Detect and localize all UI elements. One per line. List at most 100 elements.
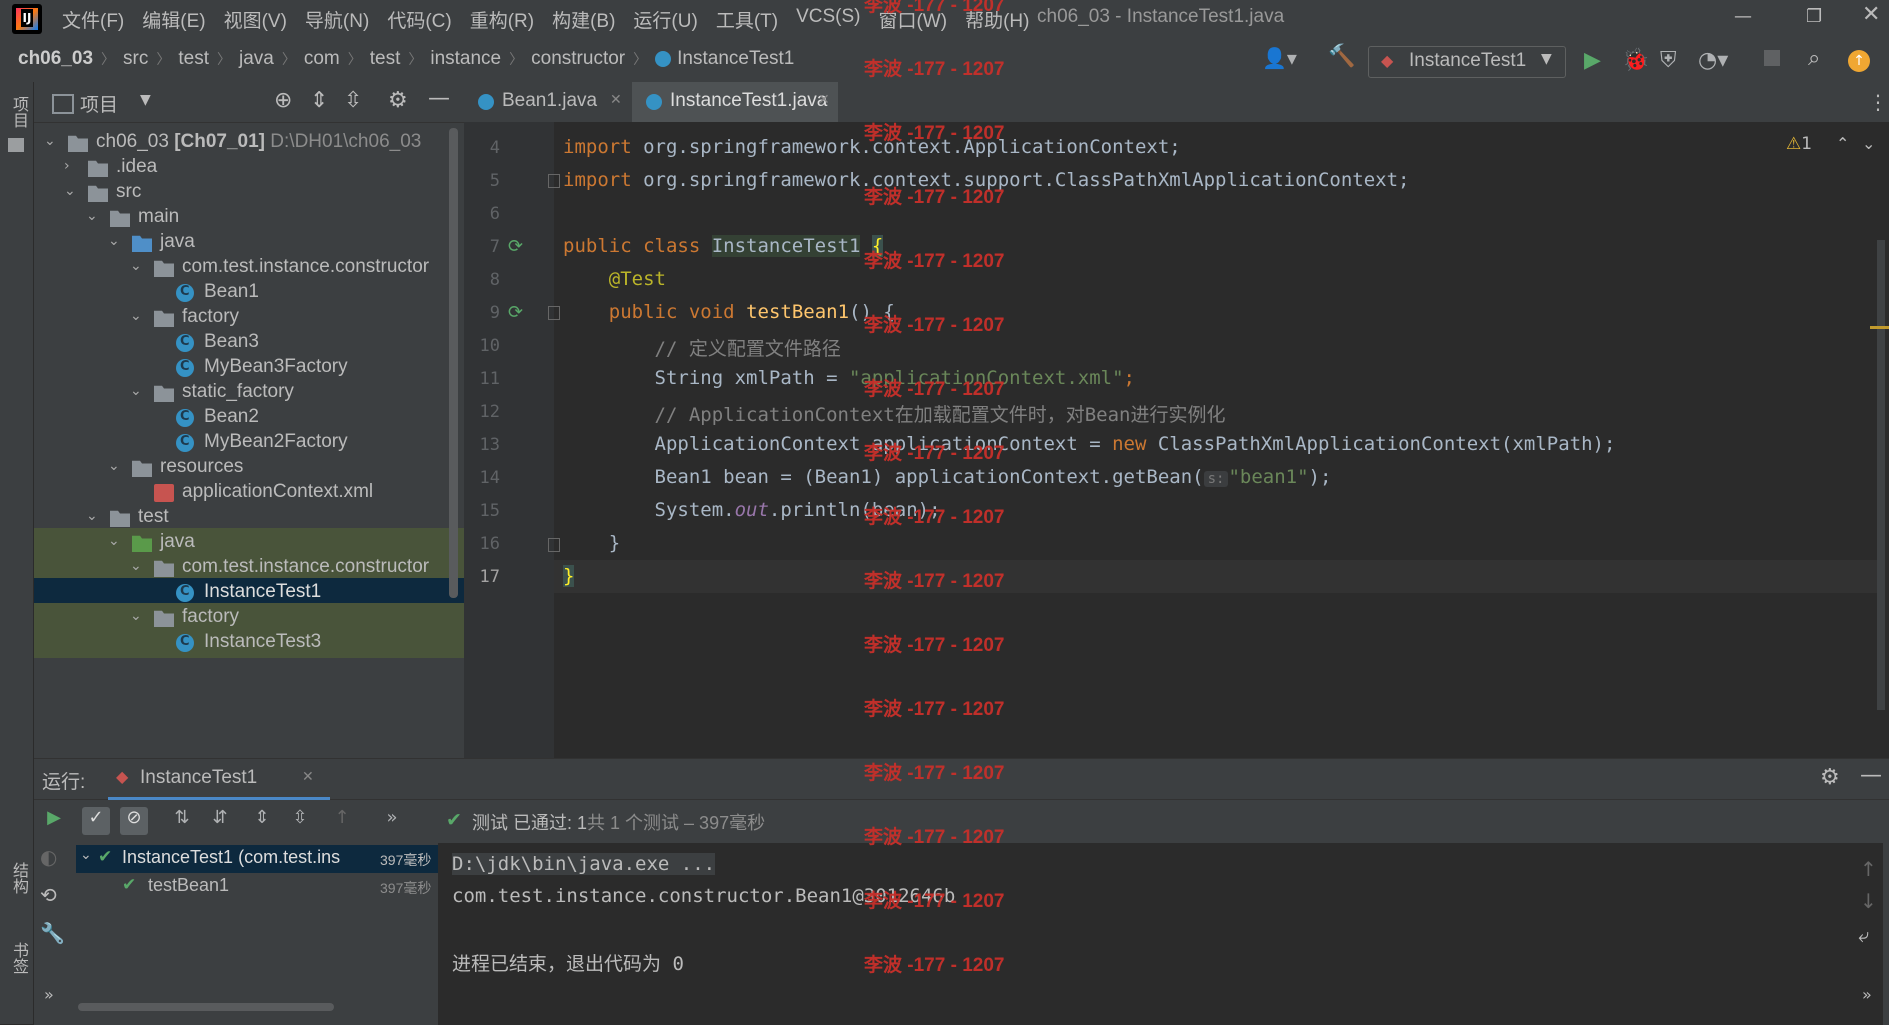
- menu-file[interactable]: 文件(F): [62, 6, 124, 33]
- build-hammer-icon[interactable]: 🔨: [1328, 44, 1355, 69]
- breadcrumb-item[interactable]: constructor: [531, 48, 625, 70]
- line-number-current: 17: [479, 567, 500, 587]
- folder-icon: [110, 210, 130, 227]
- gear-icon[interactable]: ⚙: [1820, 765, 1840, 790]
- show-ignored-icon[interactable]: ⊘: [120, 807, 148, 835]
- watermark: 李波 -177 - 1207: [864, 891, 1005, 912]
- close-tab-icon[interactable]: ✕: [302, 769, 314, 785]
- warning-indicator[interactable]: ⚠1: [1786, 134, 1812, 154]
- toggle-auto-test-icon[interactable]: ⟲: [40, 883, 57, 907]
- breadcrumb-project[interactable]: ch06_03: [18, 48, 93, 70]
- test-class-icon: [646, 94, 662, 110]
- more-actions-icon[interactable]: »: [378, 807, 406, 835]
- chevron-up-icon[interactable]: ⌃: [1836, 134, 1849, 153]
- gear-icon[interactable]: ⚙: [388, 88, 408, 113]
- menu-build[interactable]: 构建(B): [552, 6, 615, 33]
- breadcrumb-item[interactable]: java: [239, 48, 274, 70]
- tab-instancetest1-java[interactable]: InstanceTest1.java ✕: [632, 82, 838, 125]
- show-passed-icon[interactable]: ✓: [82, 807, 110, 835]
- breadcrumb-file[interactable]: InstanceTest1: [677, 48, 794, 70]
- soft-wrap-icon[interactable]: ⤶: [1858, 923, 1869, 947]
- menu-code[interactable]: 代码(C): [387, 6, 451, 33]
- history-icon[interactable]: ◐: [40, 845, 57, 869]
- previous-failed-icon[interactable]: ↑: [328, 807, 356, 835]
- project-tool-tab[interactable]: 项目: [6, 96, 30, 128]
- fold-icon[interactable]: [548, 174, 560, 188]
- search-icon[interactable]: ⌕: [1808, 46, 1820, 71]
- close-window-icon[interactable]: ✕: [1862, 2, 1880, 27]
- test-item-instancetest1[interactable]: ⌄ ✔ InstanceTest1 (com.test.ins 397毫秒: [76, 845, 438, 873]
- debug-icon[interactable]: 🐞: [1622, 48, 1649, 73]
- editor-scrollbar[interactable]: [1877, 240, 1885, 710]
- run-test-gutter-icon[interactable]: ⟳: [508, 302, 523, 323]
- line-number: 14: [479, 468, 500, 488]
- hide-panel-icon[interactable]: —: [1860, 763, 1882, 788]
- menu-run[interactable]: 运行(U): [633, 6, 697, 33]
- fold-icon[interactable]: [548, 538, 560, 552]
- current-line-highlight: [554, 560, 1877, 593]
- breadcrumb-item[interactable]: test: [370, 48, 401, 70]
- warning-icon: ⚠: [1786, 134, 1802, 154]
- user-icon[interactable]: 👤▾: [1262, 46, 1297, 70]
- menu-refactor[interactable]: 重构(R): [470, 6, 534, 33]
- menu-vcs[interactable]: VCS(S): [796, 6, 860, 33]
- coverage-icon[interactable]: ⛨: [1660, 48, 1677, 73]
- tab-bean1-java[interactable]: Bean1.java ✕: [464, 82, 628, 122]
- breadcrumb-item[interactable]: test: [178, 48, 209, 70]
- collapse-all-icon[interactable]: ⇳: [344, 88, 362, 113]
- panel-view-icon: [52, 94, 74, 114]
- tree-item-instancetest3[interactable]: InstanceTest3: [34, 628, 464, 658]
- wrench-icon[interactable]: 🔧: [40, 921, 65, 945]
- menu-edit[interactable]: 编辑(E): [142, 6, 205, 33]
- tree-item-label: factory: [182, 606, 240, 627]
- project-scrollbar[interactable]: [449, 128, 458, 598]
- update-icon[interactable]: ↑: [1848, 50, 1870, 72]
- restore-icon[interactable]: ❐: [1806, 6, 1822, 27]
- more-icon[interactable]: ⋮: [1868, 90, 1888, 114]
- package-icon: [154, 310, 174, 327]
- stop-icon[interactable]: [1764, 50, 1780, 66]
- more-actions-icon[interactable]: »: [1862, 985, 1872, 1004]
- chevron-down-icon[interactable]: ⌄: [1862, 134, 1875, 153]
- breadcrumb-item[interactable]: instance: [430, 48, 501, 70]
- breadcrumb-item[interactable]: src: [123, 48, 148, 70]
- minimize-icon[interactable]: —: [1734, 6, 1752, 27]
- bookmarks-tool-tab[interactable]: 书签: [6, 942, 30, 974]
- run-test-gutter-icon[interactable]: ⟳: [508, 236, 523, 257]
- menu-navigate[interactable]: 导航(N): [305, 6, 369, 33]
- project-folder-icon: [8, 138, 24, 152]
- code-line: }: [563, 565, 575, 587]
- expand-all-icon[interactable]: ⇕: [310, 88, 328, 113]
- breadcrumb-item[interactable]: com: [304, 48, 340, 70]
- breadcrumb: ch06_03 〉 src 〉 test 〉 java 〉 com 〉 test 〉 ins…: [18, 48, 795, 70]
- close-tab-icon[interactable]: ✕: [610, 92, 622, 108]
- tree-item-label: applicationContext.xml: [182, 481, 374, 502]
- collapse-all-icon[interactable]: ⇳: [286, 807, 314, 835]
- folder-icon: [110, 510, 130, 527]
- menu-tools[interactable]: 工具(T): [716, 6, 778, 33]
- chevron-down-icon[interactable]: ▼: [140, 92, 151, 108]
- sort-by-duration-icon[interactable]: ⇵: [206, 807, 234, 835]
- project-panel-title[interactable]: 项目: [80, 90, 118, 117]
- rerun-icon[interactable]: ▶: [40, 807, 68, 835]
- menu-view[interactable]: 视图(V): [224, 6, 287, 33]
- line-number: 15: [479, 501, 500, 521]
- structure-tool-tab[interactable]: 结构: [6, 862, 30, 894]
- console-output[interactable]: D:\jdk\bin\java.exe ... com.test.instanc…: [438, 843, 1883, 1025]
- more-actions-icon[interactable]: »: [44, 985, 54, 1004]
- hide-panel-icon[interactable]: —: [428, 86, 450, 111]
- close-tab-icon[interactable]: ✕: [818, 92, 830, 108]
- expand-all-icon[interactable]: ⇕: [248, 807, 276, 835]
- warning-marker[interactable]: [1870, 326, 1889, 329]
- scroll-up-icon[interactable]: ↑: [1860, 857, 1877, 881]
- test-tree-scrollbar[interactable]: [78, 1003, 334, 1011]
- sort-alphabetically-icon[interactable]: ⇅: [168, 807, 196, 835]
- run-icon[interactable]: ▶: [1584, 48, 1601, 73]
- locate-icon[interactable]: ⊕: [274, 88, 292, 113]
- profile-icon[interactable]: ◔▾: [1698, 48, 1728, 73]
- test-item-testbean1[interactable]: ✔ testBean1 397毫秒: [76, 873, 438, 901]
- fold-icon[interactable]: [548, 306, 560, 320]
- run-tab-instancetest1[interactable]: ◆ InstanceTest1 ✕: [108, 759, 330, 800]
- scroll-down-icon[interactable]: ↓: [1860, 889, 1877, 913]
- run-configuration-select[interactable]: ◆ InstanceTest1 ▼: [1368, 46, 1566, 78]
